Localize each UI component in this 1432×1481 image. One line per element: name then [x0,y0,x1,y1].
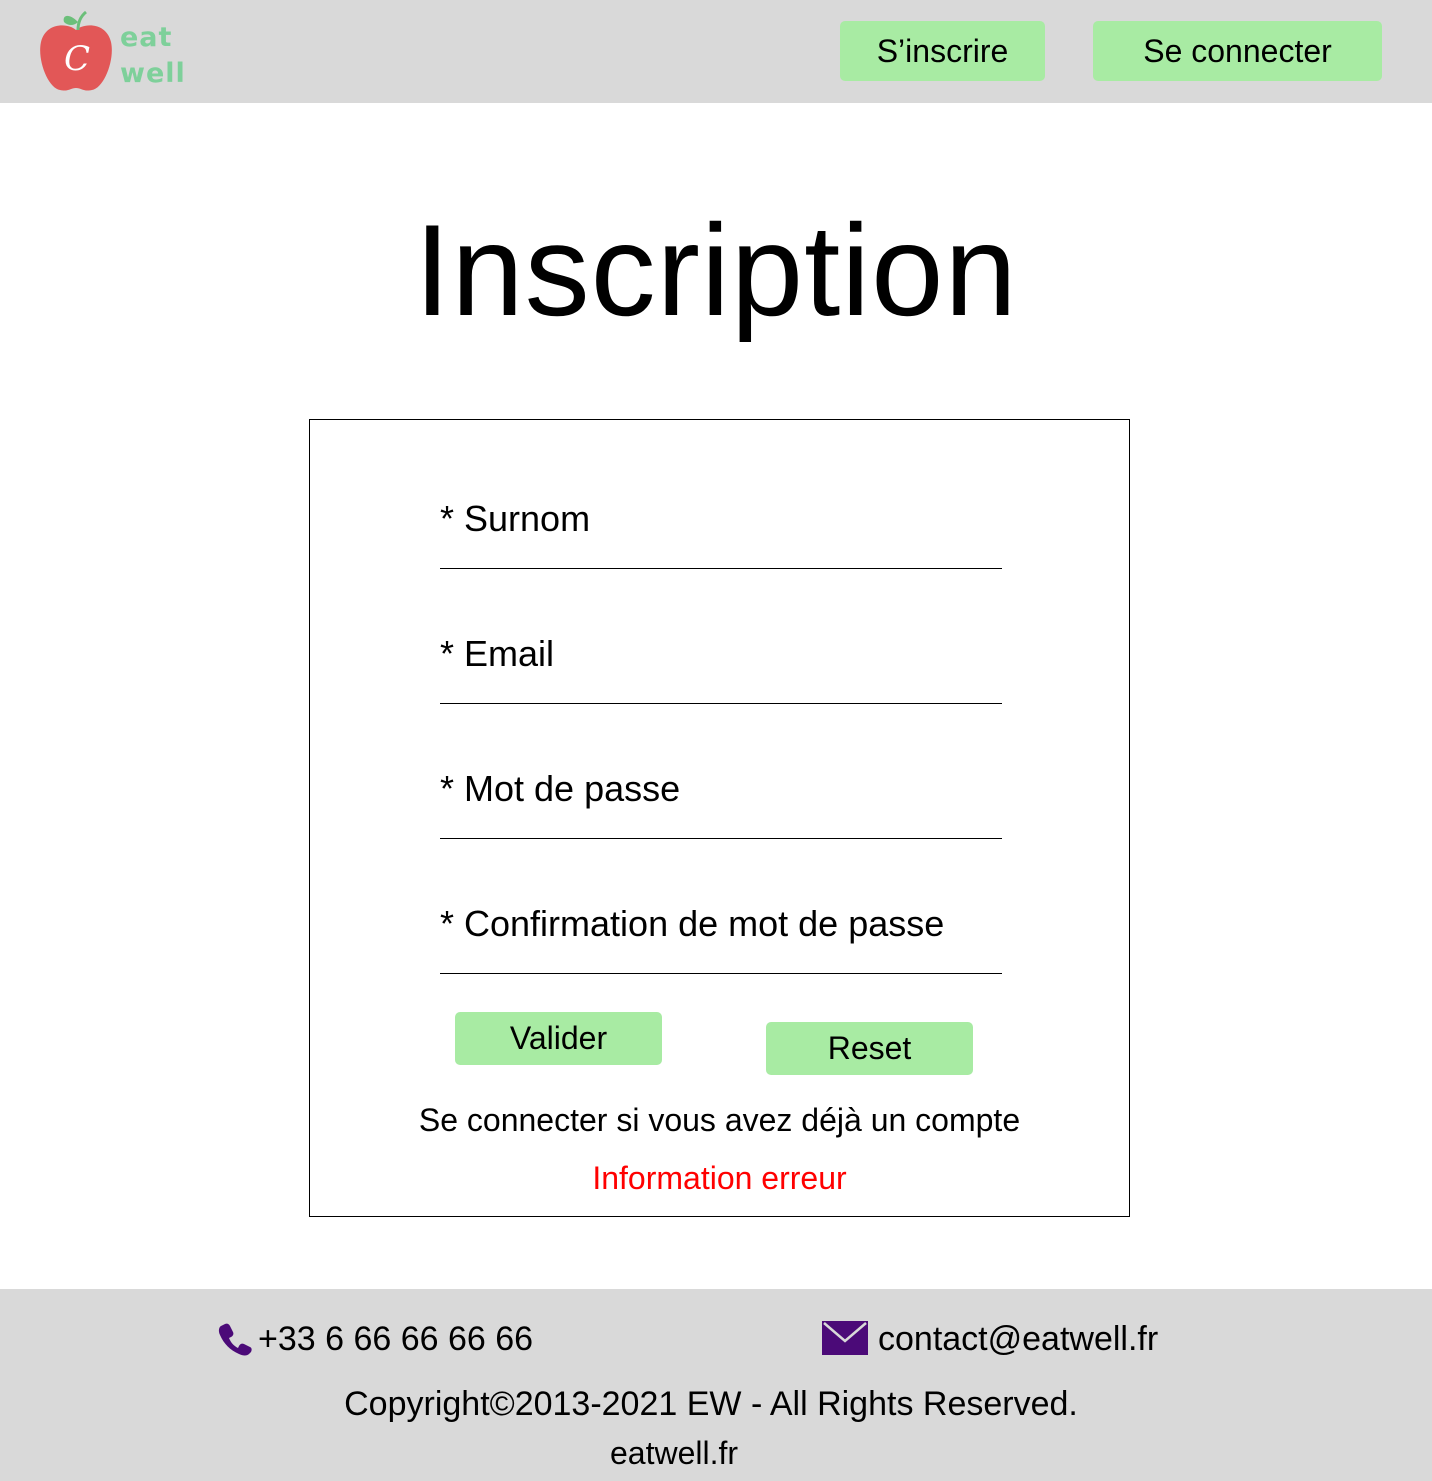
reset-button[interactable]: Reset [766,1022,973,1075]
nickname-label: * Surnom [440,498,591,539]
mail-icon [822,1321,868,1355]
password-field[interactable]: * Mot de passe [440,768,1006,839]
email-input[interactable] [440,675,1006,701]
submit-button[interactable]: Valider [455,1012,662,1065]
signup-form: * Surnom * Email * Mot de passe * Confir… [309,419,1130,1217]
email-label: * Email [440,633,555,674]
copyright-text: Copyright©2013-2021 EW - All Rights Rese… [344,1385,1078,1423]
apple-logo-icon: C [40,10,112,91]
logo-text-eat: eat [120,22,173,53]
password-label: * Mot de passe [440,768,681,809]
svg-text:C: C [64,39,90,79]
phone-number: +33 6 66 66 66 66 [258,1320,534,1358]
login-nav-button[interactable]: Se connecter [1093,21,1382,81]
footer: +33 6 66 66 66 66 contact@eatwell.fr Cop… [0,1289,1432,1481]
password-input[interactable] [440,810,1006,836]
password-confirm-input[interactable] [440,945,1006,971]
phone-icon [218,1323,252,1356]
logo-text-well: well [120,58,186,89]
email-field[interactable]: * Email [440,633,1006,704]
page-title: Inscription [414,197,1018,343]
nickname-input[interactable] [440,540,1006,566]
nickname-field[interactable]: * Surnom [440,498,1006,569]
logo[interactable]: C eat well [38,8,185,94]
error-message: Information erreur [592,1160,847,1196]
header: C eat well S’inscrire Se connecter [0,0,1432,103]
site-name[interactable]: eatwell.fr [0,1435,1348,1472]
signup-nav-button[interactable]: S’inscrire [840,21,1045,81]
login-link[interactable]: Se connecter si vous avez déjà un compte [310,1102,1129,1139]
email-address[interactable]: contact@eatwell.fr [878,1320,1158,1359]
password-confirm-field[interactable]: * Confirmation de mot de passe [440,903,1006,974]
password-confirm-label: * Confirmation de mot de passe [440,903,945,944]
